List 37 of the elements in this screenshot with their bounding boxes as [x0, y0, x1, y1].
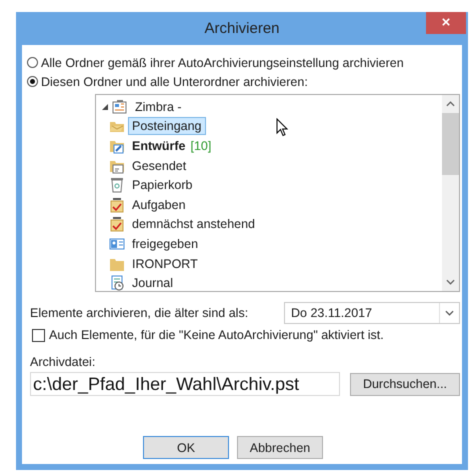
scrollbar[interactable]	[442, 95, 459, 291]
field-label: Archivdatei:	[30, 355, 96, 369]
mailbox-icon	[112, 98, 128, 115]
mouse-pointer-icon	[276, 118, 288, 137]
scroll-thumb[interactable]	[442, 113, 459, 175]
radio-label: Alle Ordner gemäß ihrer AutoArchivierungseinstellung archivieren	[41, 56, 404, 70]
close-button[interactable]: ×	[426, 12, 466, 34]
folder-item[interactable]: Zimbra -	[131, 98, 186, 116]
trash-can-icon	[109, 177, 125, 194]
radio-button[interactable]	[27, 76, 38, 87]
folder-item[interactable]: Aufgaben	[128, 196, 190, 214]
folder-item[interactable]: freigegeben	[128, 234, 202, 253]
radio-label: Diesen Ordner und alle Unterordner archivieren:	[41, 74, 308, 88]
folder-item[interactable]: IRONPORT	[128, 254, 202, 273]
contact-card-icon	[109, 236, 125, 252]
window-title: Archivieren	[204, 20, 280, 37]
folder-item[interactable]: Gesendet	[128, 156, 190, 175]
unread-count: [10]	[190, 138, 212, 153]
path-field[interactable]: c:\der_Pfad_Iher_Wahl\Archiv.pst	[30, 372, 340, 396]
field-label: Elemente archivieren, die älter sind als:	[30, 306, 250, 320]
checkbox[interactable]	[32, 328, 45, 342]
scroll-up-icon[interactable]	[446, 101, 455, 107]
folder-item[interactable]: Entwürfe	[128, 136, 186, 155]
scroll-down-icon[interactable]	[446, 279, 455, 285]
ok-button[interactable]: OK	[143, 436, 229, 459]
checkbox-label: Auch Elemente, für die "Keine AutoArchivierung" aktiviert ist.	[49, 328, 384, 342]
checkmark-task-icon	[109, 196, 125, 213]
cancel-button[interactable]: Abbrechen	[237, 436, 323, 459]
date-dropdown[interactable]: Do 23.11.2017	[284, 302, 460, 324]
checkmark-task-icon	[109, 216, 125, 232]
browse-button[interactable]: Durchsuchen...	[350, 372, 460, 396]
radio-button[interactable]	[27, 57, 38, 68]
folder-item[interactable]: Posteingang	[128, 117, 206, 136]
folder-item[interactable]: demnächst anstehend	[128, 215, 260, 234]
folder-item[interactable]: Journal	[128, 274, 177, 292]
folder-item[interactable]: Papierkorb	[128, 176, 196, 194]
collapse-arrow-icon[interactable]	[101, 102, 109, 111]
